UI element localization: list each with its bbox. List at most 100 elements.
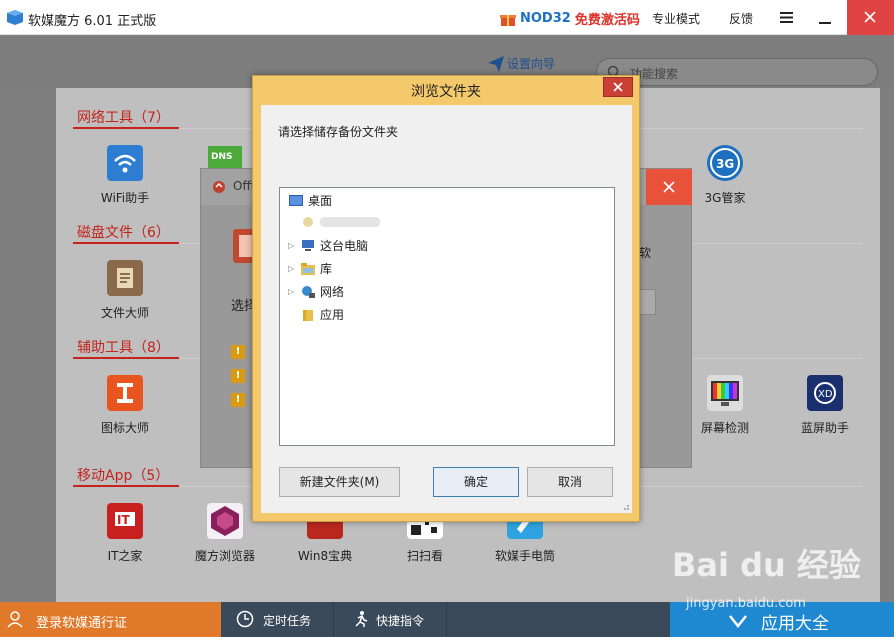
download-arrow-icon: [729, 615, 747, 629]
tool-wifi-helper[interactable]: WiFi助手: [85, 145, 165, 206]
app-title: 软媒魔方 6.01 正式版: [28, 14, 157, 29]
computer-icon: [302, 239, 314, 251]
watermark-url: jingyan.baidu.com: [686, 596, 806, 611]
tree-item-network[interactable]: ▷ 网络: [288, 283, 344, 300]
tool-label: 图标大师: [100, 421, 149, 435]
tool-label: 软媒手电筒: [494, 549, 555, 563]
gift-icon: [500, 14, 516, 26]
app-logo-icon: [7, 10, 23, 25]
tool-ithome[interactable]: IT IT之家: [85, 503, 165, 564]
new-folder-button[interactable]: 新建文件夹(M): [279, 467, 400, 497]
shortcut-command-label: 快捷指令: [376, 614, 425, 628]
tool-label: 蓝屏助手: [800, 421, 849, 435]
tool-label: Win8宝典: [297, 549, 353, 563]
ithome-icon: IT: [107, 503, 143, 539]
tree-item-this-pc[interactable]: ▷ 这台电脑: [288, 237, 368, 254]
tool-icon-master[interactable]: 图标大师: [85, 375, 165, 436]
bsod-icon: XD: [807, 375, 843, 411]
tool-label: 3G管家: [704, 191, 746, 205]
wizard-label: 设置向导: [507, 57, 556, 71]
expand-arrow-icon[interactable]: ▷: [288, 264, 296, 273]
section-title-assist: 辅助工具（8）: [77, 340, 170, 356]
icon-master-icon: [107, 375, 143, 411]
info-icon: !: [231, 345, 245, 359]
section-title-network: 网络工具（7）: [77, 110, 170, 126]
tree-item-label: 网络: [320, 285, 345, 299]
office-close-button[interactable]: [646, 169, 692, 205]
running-man-icon: [355, 611, 368, 627]
office-logo-small-icon: [213, 181, 225, 193]
tool-label: IT之家: [107, 549, 143, 563]
tree-item-user[interactable]: [288, 215, 380, 229]
close-icon: [663, 181, 675, 193]
dns-icon[interactable]: DNS: [208, 146, 242, 170]
tree-item-label: 库: [320, 262, 333, 276]
close-icon: [864, 11, 876, 23]
resize-grip-icon[interactable]: [620, 501, 630, 511]
tree-item-library[interactable]: ▷ 库: [288, 260, 332, 277]
folder-tree[interactable]: 桌面 ▷ 这台电脑 ▷ 库 ▷ 网络 应用: [279, 187, 615, 446]
svg-text:3G: 3G: [716, 157, 734, 171]
browse-close-button[interactable]: [603, 77, 633, 97]
tree-item-desktop[interactable]: 桌面: [288, 192, 332, 209]
clock-icon: [236, 610, 254, 628]
tree-item-label-blurred: [320, 217, 380, 227]
cancel-button[interactable]: 取消: [527, 467, 613, 497]
tree-item-apps[interactable]: 应用: [288, 306, 344, 323]
tool-3g-manager[interactable]: 3G 3G管家: [685, 145, 765, 206]
login-button[interactable]: 登录软媒通行证: [0, 602, 221, 637]
wizard-button[interactable]: 设置向导: [488, 55, 555, 72]
browser-icon: [207, 503, 243, 539]
desktop-icon: [289, 194, 303, 206]
office-dialog-title: Offi: [233, 179, 255, 193]
wifi-icon: [107, 145, 143, 181]
section-title-mobile: 移动App（5）: [77, 468, 170, 484]
browse-folder-dialog: 浏览文件夹 请选择储存备份文件夹 桌面 ▷ 这台电脑 ▷ 库 ▷ 网络 应用 新…: [252, 75, 640, 522]
promo-text: 免费激活码: [574, 13, 640, 28]
expand-arrow-icon[interactable]: ▷: [288, 287, 296, 296]
promo-link[interactable]: NOD32 免费激活码: [500, 9, 640, 28]
minimize-icon[interactable]: [819, 22, 831, 24]
expand-arrow-icon[interactable]: ▷: [288, 241, 296, 250]
tool-label: 扫扫看: [406, 549, 443, 563]
user-icon: [7, 611, 23, 628]
monitor-icon: [707, 375, 743, 411]
tool-screen-test[interactable]: 屏幕检测: [685, 375, 765, 436]
3g-icon: 3G: [707, 145, 743, 181]
info-icon: !: [231, 393, 245, 407]
feedback-button[interactable]: 反馈: [729, 10, 753, 27]
scheduled-task-label: 定时任务: [263, 614, 312, 628]
menu-icon[interactable]: [780, 12, 793, 23]
tool-label: 屏幕检测: [700, 421, 749, 435]
svg-text:IT: IT: [117, 513, 130, 527]
close-button[interactable]: [847, 0, 894, 35]
paper-plane-icon: [488, 55, 504, 72]
divider: [446, 602, 447, 637]
tool-label: WiFi助手: [100, 191, 150, 205]
close-icon: [613, 82, 623, 92]
svg-text:XD: XD: [818, 389, 833, 400]
title-bar: 软媒魔方 6.01 正式版 NOD32 免费激活码 专业模式 反馈: [0, 0, 894, 35]
promo-brand: NOD32: [520, 11, 571, 26]
browse-prompt: 请选择储存备份文件夹: [278, 125, 399, 139]
user-folder-icon: [303, 217, 313, 227]
tool-bsod-helper[interactable]: XD 蓝屏助手: [785, 375, 865, 436]
network-icon: [302, 285, 315, 298]
tree-item-label: 应用: [320, 308, 345, 322]
tool-file-master[interactable]: 文件大师: [85, 260, 165, 321]
pro-mode-button[interactable]: 专业模式: [652, 10, 700, 27]
library-folder-icon: [301, 262, 315, 275]
tree-item-label: 桌面: [308, 194, 333, 208]
browse-dialog-body: 请选择储存备份文件夹 桌面 ▷ 这台电脑 ▷ 库 ▷ 网络 应用 新建文件夹(M…: [261, 105, 632, 513]
all-apps-label: 应用大全: [761, 614, 829, 634]
tool-label: 文件大师: [100, 306, 149, 320]
section-title-disk: 磁盘文件（6）: [77, 225, 170, 241]
tree-item-label: 这台电脑: [320, 239, 369, 253]
file-master-icon: [107, 260, 143, 296]
info-icon: !: [231, 369, 245, 383]
divider: [333, 602, 334, 637]
tool-label: 魔方浏览器: [194, 549, 255, 563]
folder-icon: [303, 309, 313, 321]
watermark-brand: Bai du 经验: [672, 546, 861, 584]
ok-button[interactable]: 确定: [433, 467, 519, 497]
